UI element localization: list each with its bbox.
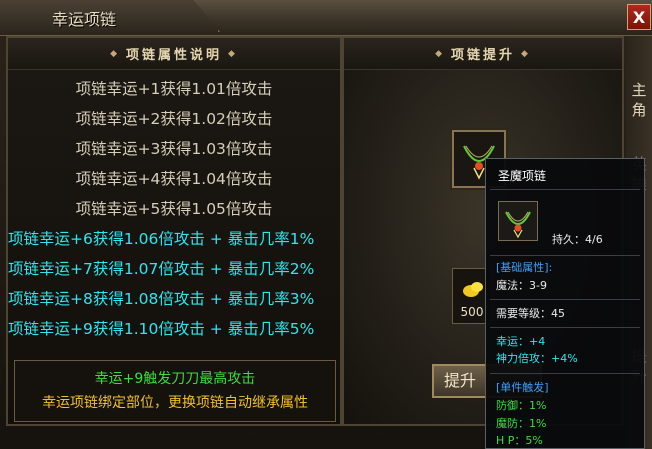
- divider: [490, 189, 640, 190]
- luck-stat: 幸运：+4: [496, 335, 546, 348]
- diamond-icon: ◆: [228, 48, 238, 59]
- item-icon-frame: [498, 201, 538, 241]
- defense-stat: 防御：1%: [496, 399, 547, 412]
- attribute-panel: ◆ 项链属性说明 ◆ 项链幸运+1获得1.01倍攻击 项链幸运+2获得1.02倍…: [6, 36, 342, 426]
- game-window: 幸运项链 X ◆ 项链属性说明 ◆ 项链幸运+1获得1.01倍攻击 项链幸运+2…: [0, 0, 652, 449]
- crit-attribute-line: 项链幸运+7获得1.07倍攻击 + 暴击几率2%: [8, 260, 315, 278]
- magic-stat: 魔法：3-9: [496, 279, 547, 292]
- diamond-icon: ◆: [110, 48, 120, 59]
- attribute-line: 项链幸运+4获得1.04倍攻击: [75, 170, 273, 188]
- attribute-line: 项链幸运+1获得1.01倍攻击: [75, 80, 273, 98]
- item-name: 圣魔项链: [498, 169, 547, 183]
- basic-attr-header: [基础属性]:: [496, 261, 553, 274]
- attribute-list: 项链幸运+1获得1.01倍攻击 项链幸运+2获得1.02倍攻击 项链幸运+3获得…: [8, 74, 340, 344]
- notice-trigger-text: 幸运+9触发刀刀最高攻击: [94, 371, 256, 387]
- diamond-icon: ◆: [521, 48, 531, 59]
- item-durability: 持久：4/6: [552, 233, 603, 246]
- necklace-icon: [505, 211, 531, 239]
- divider: [490, 299, 640, 300]
- attribute-line: 项链幸运+2获得1.02倍攻击: [75, 110, 273, 128]
- title-bar: 幸运项链 X: [0, 0, 652, 36]
- close-icon: X: [632, 7, 646, 27]
- diamond-icon: ◆: [435, 48, 445, 59]
- magic-defense-stat: 魔防：1%: [496, 417, 547, 430]
- upgrade-panel-header: ◆ 项链提升 ◆: [344, 38, 622, 70]
- divider: [490, 373, 640, 374]
- crit-attribute-line: 项链幸运+9获得1.10倍攻击 + 暴击几率5%: [8, 320, 315, 338]
- window-title: 幸运项链: [52, 10, 117, 29]
- holy-multiplier-stat: 神力倍攻：+4%: [496, 352, 578, 365]
- upgrade-panel-title: 项链提升: [450, 48, 515, 63]
- hp-stat: H P：5%: [496, 434, 543, 447]
- crit-attribute-line: 项链幸运+6获得1.06倍攻击 + 暴击几率1%: [8, 230, 315, 248]
- item-tooltip: 圣魔项链 持久：4/6 [基础属性]: 魔法：3-9 需要等级：45 幸运：+4…: [485, 158, 645, 449]
- tab-protagonist[interactable]: 主角: [626, 80, 652, 120]
- divider: [490, 327, 640, 328]
- notice-box: 幸运+9触发刀刀最高攻击 幸运项链绑定部位，更换项链自动继承属性: [14, 360, 336, 422]
- attribute-line: 项链幸运+5获得1.05倍攻击: [75, 200, 273, 218]
- attribute-line: 项链幸运+3获得1.03倍攻击: [75, 140, 273, 158]
- crit-attribute-line: 项链幸运+8获得1.08倍攻击 + 暴击几率3%: [8, 290, 315, 308]
- notice-inherit-text: 幸运项链绑定部位，更换项链自动继承属性: [42, 395, 308, 411]
- level-requirement: 需要等级：45: [496, 307, 565, 320]
- attribute-panel-title: 项链属性说明: [125, 48, 222, 63]
- close-button[interactable]: X: [627, 4, 651, 30]
- divider: [490, 255, 640, 256]
- trigger-header: [单件触发]: [496, 381, 549, 394]
- attribute-panel-header: ◆ 项链属性说明 ◆: [8, 38, 340, 70]
